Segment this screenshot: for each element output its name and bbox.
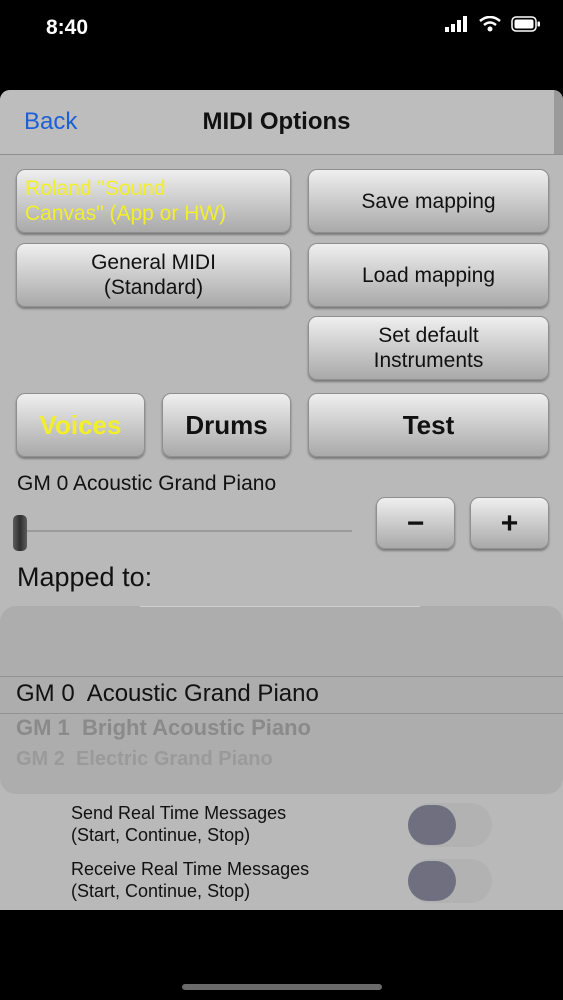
drums-tab[interactable]: Drums — [162, 393, 291, 457]
mapped-to-label: Mapped to: — [17, 562, 153, 592]
decrement-button[interactable]: − — [376, 497, 455, 549]
set-default-instruments-button[interactable]: Set default Instruments — [308, 316, 549, 380]
receive-realtime-label: Receive Real Time Messages (Start, Conti… — [71, 859, 310, 901]
send-realtime-toggle-knob — [408, 805, 456, 845]
roland-sound-canvas-button[interactable]: Roland "Sound Canvas" (App or HW) — [16, 169, 291, 233]
send-realtime-label: Send Real Time Messages (Start, Continue… — [71, 803, 287, 845]
wifi-icon — [479, 15, 501, 37]
receive-realtime-toggle[interactable] — [408, 859, 492, 903]
send-realtime-toggle[interactable] — [408, 803, 492, 847]
picker-top-divider — [140, 606, 420, 607]
increment-button[interactable]: + — [470, 497, 549, 549]
picker-row-selected[interactable]: GM 0 Acoustic Grand Piano — [16, 680, 319, 708]
instrument-slider-thumb[interactable] — [13, 515, 27, 551]
status-bar: 8:40 — [0, 0, 563, 60]
status-time: 8:40 — [46, 16, 89, 39]
receive-realtime-toggle-knob — [408, 861, 456, 901]
save-mapping-button[interactable]: Save mapping — [308, 169, 549, 233]
instrument-label: GM 0 Acoustic Grand Piano — [17, 472, 277, 495]
picker-selection-bottom-line — [0, 713, 563, 714]
midi-options-panel: Back MIDI Options Roland "Sound Canvas" … — [0, 90, 563, 910]
nav-edge — [554, 90, 563, 154]
battery-icon — [511, 16, 541, 37]
navigation-bar: Back MIDI Options — [0, 90, 563, 155]
page-title: MIDI Options — [202, 108, 351, 135]
picker-row-next[interactable]: GM 1 Bright Acoustic Piano — [16, 715, 311, 741]
instrument-slider-track[interactable] — [20, 530, 352, 532]
test-button[interactable]: Test — [308, 393, 549, 457]
signal-icon — [445, 16, 469, 37]
home-indicator — [182, 984, 382, 990]
load-mapping-button[interactable]: Load mapping — [308, 243, 549, 307]
picker-row-next2[interactable]: GM 2 Electric Grand Piano — [16, 748, 273, 771]
status-icons — [445, 15, 541, 37]
picker-selection-top-line — [0, 676, 563, 677]
voices-tab[interactable]: Voices — [16, 393, 145, 457]
general-midi-button[interactable]: General MIDI (Standard) — [16, 243, 291, 307]
instrument-picker[interactable]: GM 0 Acoustic Grand Piano GM 1 Bright Ac… — [0, 606, 563, 794]
